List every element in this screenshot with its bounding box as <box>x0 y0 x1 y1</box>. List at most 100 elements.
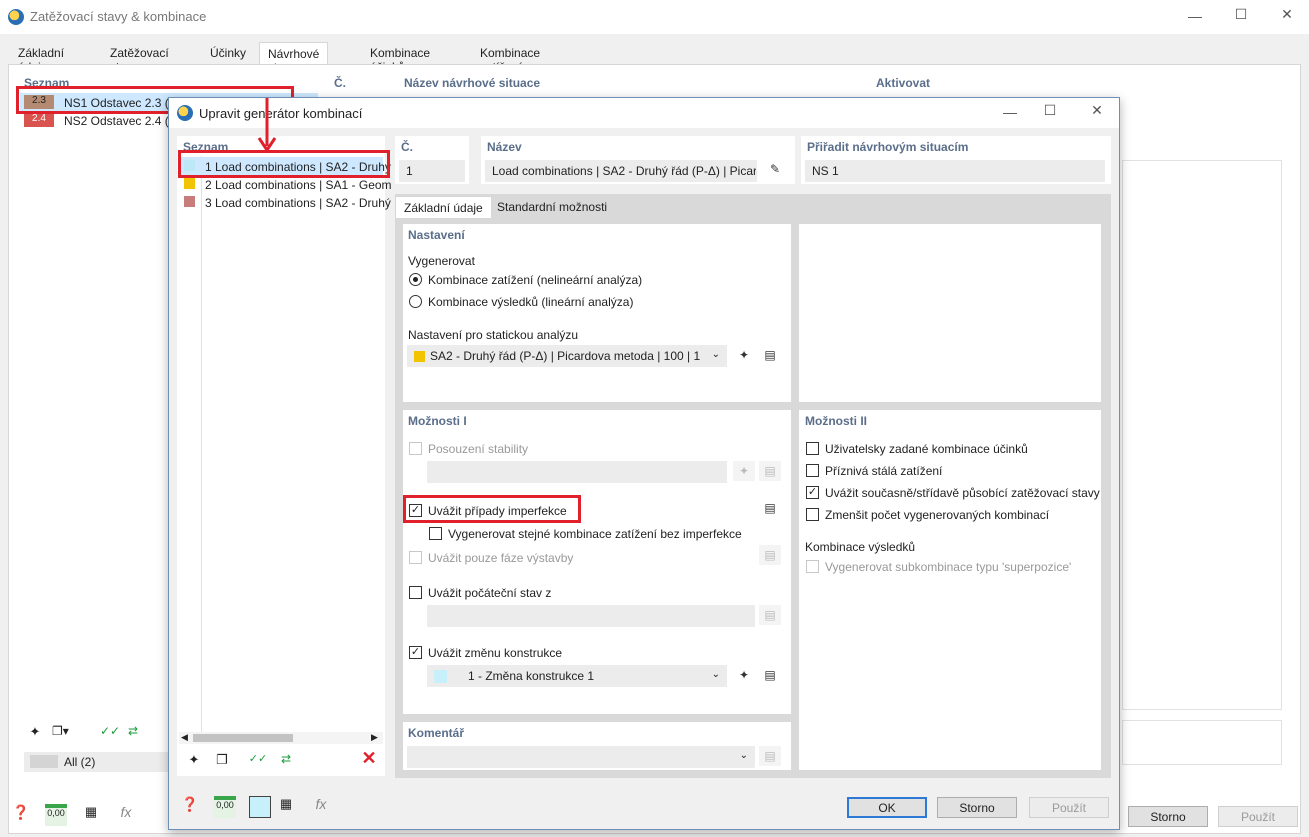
toggle-check-icon[interactable]: ⇄ <box>128 724 150 744</box>
radio-result-combinations-label[interactable]: Kombinace výsledků (lineární analýza) <box>428 295 633 309</box>
simultaneous-label[interactable]: Uvážit současně/střídavě působící zatěžo… <box>825 486 1100 500</box>
superposition-checkbox[interactable] <box>806 560 819 573</box>
dialog-cancel-button[interactable]: Storno <box>937 797 1017 818</box>
radio-load-combinations-label[interactable]: Kombinace zatížení (nelineární analýza) <box>428 273 642 287</box>
check-all-icon[interactable]: ✓✓ <box>100 724 122 744</box>
chevron-down-icon: ⌄ <box>711 349 720 360</box>
stability-new-icon[interactable]: ✦ <box>733 461 755 481</box>
dialog-formula-icon[interactable]: fx <box>309 796 333 818</box>
help-icon[interactable]: ❓ <box>10 804 32 826</box>
radio-result-combinations[interactable] <box>409 295 422 308</box>
modification-color-swatch <box>434 670 447 683</box>
tab-action-combinations[interactable]: Kombinace účinků <box>362 42 438 74</box>
dialog-list-item-3[interactable]: 3 Load combinations | SA2 - Druhý <box>179 193 391 211</box>
col-name-panel: Název návrhové situace <box>396 72 860 97</box>
units-icon[interactable]: 0,00 <box>45 804 67 826</box>
initial-state-checkbox[interactable] <box>409 586 422 599</box>
modification-new-icon[interactable]: ✦ <box>733 665 755 685</box>
reduce-label[interactable]: Zmenšit počet vygenerovaných kombinací <box>825 508 1049 522</box>
settings-section: Nastavení Vygenerovat Kombinace zatížení… <box>403 224 791 402</box>
scroll-right-icon[interactable]: ▶ <box>371 732 378 743</box>
delete-icon[interactable]: ✕ <box>357 748 381 772</box>
ok-button[interactable]: OK <box>847 797 927 818</box>
options-2-header: Možnosti II <box>805 414 867 428</box>
static-analysis-label: Nastavení pro statickou analýzu <box>408 328 579 342</box>
tab-dialog-basic[interactable]: Základní údaje <box>395 196 492 218</box>
dialog-title-bar: Upravit generátor kombinací — ☐ ✕ <box>169 98 1119 128</box>
favorable-label[interactable]: Příznivá stálá zatížení <box>825 464 942 478</box>
tab-actions[interactable]: Účinky <box>202 42 254 64</box>
filter-swatch <box>30 755 58 768</box>
edit-static-analysis-icon[interactable]: ▤ <box>759 345 781 365</box>
tab-load-combinations[interactable]: Kombinace zatížení <box>472 42 548 74</box>
edit-name-icon[interactable]: ✎ <box>763 159 787 181</box>
modification-checkbox[interactable]: ✓ <box>409 646 422 659</box>
same-without-imperfection-checkbox[interactable] <box>429 527 442 540</box>
stages-edit-icon[interactable]: ▤ <box>759 545 781 565</box>
minimize-icon[interactable]: — <box>1180 8 1210 24</box>
modification-label[interactable]: Uvážit změnu konstrukce <box>428 646 562 660</box>
imperfections-edit-icon[interactable]: ▤ <box>759 498 781 518</box>
dialog-app-icon <box>177 105 193 121</box>
main-cancel-button[interactable]: Storno <box>1128 806 1208 827</box>
model-icon[interactable]: ▦ <box>80 804 102 826</box>
formula-icon[interactable]: fx <box>114 804 138 826</box>
close-icon[interactable]: ✕ <box>1272 6 1302 23</box>
dialog-copy-icon[interactable]: ❐ <box>211 752 233 772</box>
dialog-check-all-icon[interactable]: ✓✓ <box>247 752 269 772</box>
tab-basic-data[interactable]: Základní údaje <box>10 42 72 74</box>
item-color-swatch <box>184 178 195 189</box>
dialog-model-icon[interactable]: ▦ <box>275 796 297 818</box>
scrollbar-thumb[interactable] <box>193 734 293 742</box>
modification-edit-icon[interactable]: ▤ <box>759 665 781 685</box>
dialog-help-icon[interactable]: ❓ <box>179 796 201 818</box>
dialog-new-icon[interactable]: ✦ <box>183 752 205 772</box>
tab-load-cases[interactable]: Zatěžovací stavy <box>102 42 177 74</box>
copy-dropdown-icon[interactable]: ❐▾ <box>52 724 88 744</box>
name-field[interactable]: Load combinations | SA2 - Druhý řád (P-Δ… <box>485 160 757 182</box>
stability-checkbox[interactable] <box>409 442 422 455</box>
reduce-checkbox[interactable] <box>806 508 819 521</box>
dialog-maximize-icon[interactable]: ☐ <box>1035 102 1065 119</box>
initial-state-label[interactable]: Uvážit počáteční stav z <box>428 586 551 600</box>
no-panel: Č. 1 <box>395 136 469 184</box>
maximize-icon[interactable]: ☐ <box>1226 6 1256 23</box>
comment-field[interactable]: ⌄ <box>407 746 755 768</box>
dialog-units-icon[interactable]: 0,00 <box>214 796 236 818</box>
color-picker-icon[interactable] <box>249 796 271 818</box>
tab-dialog-standard[interactable]: Standardní možnosti <box>489 196 615 218</box>
horizontal-scrollbar[interactable]: ◀ ▶ <box>179 732 383 744</box>
filter-dropdown[interactable]: All (2) <box>24 752 174 772</box>
assign-field[interactable]: NS 1 <box>805 160 1105 182</box>
tab-design-situations[interactable]: Návrhové situace <box>259 42 329 75</box>
dialog-apply-button[interactable]: Použít <box>1029 797 1109 818</box>
list-item-label: 2 Load combinations | SA1 - Geom <box>205 178 392 192</box>
comment-edit-icon[interactable]: ▤ <box>759 746 781 766</box>
favorable-checkbox[interactable] <box>806 464 819 477</box>
item-color-swatch <box>184 196 195 207</box>
main-apply-button[interactable]: Použít <box>1218 806 1298 827</box>
user-defined-label[interactable]: Uživatelsky zadané kombinace účinků <box>825 442 1028 456</box>
stages-checkbox[interactable] <box>409 551 422 564</box>
static-analysis-select[interactable]: SA2 - Druhý řád (P-Δ) | Picardova metoda… <box>407 345 727 367</box>
simultaneous-checkbox[interactable]: ✓ <box>806 486 819 499</box>
highlight-dialog-item-1 <box>178 150 390 178</box>
dialog-toggle-icon[interactable]: ⇄ <box>275 752 297 772</box>
main-window-title: Zatěžovací stavy & kombinace <box>30 9 207 24</box>
settings-header: Nastavení <box>408 228 465 242</box>
radio-load-combinations[interactable] <box>409 273 422 286</box>
main-right-panel <box>1122 160 1282 710</box>
chevron-down-icon: ⌄ <box>739 750 748 761</box>
modification-select[interactable]: 1 - Změna konstrukce 1 ⌄ <box>427 665 727 687</box>
user-defined-checkbox[interactable] <box>806 442 819 455</box>
new-static-analysis-icon[interactable]: ✦ <box>733 345 755 365</box>
stability-edit-icon[interactable]: ▤ <box>759 461 781 481</box>
same-without-imperfection-label[interactable]: Vygenerovat stejné kombinace zatížení be… <box>448 527 742 541</box>
dialog-minimize-icon[interactable]: — <box>995 104 1025 120</box>
no-field[interactable]: 1 <box>399 160 465 182</box>
new-item-icon[interactable]: ✦ <box>24 724 46 744</box>
initial-state-edit-icon[interactable]: ▤ <box>759 605 781 625</box>
name-label: Název <box>487 140 522 154</box>
scroll-left-icon[interactable]: ◀ <box>181 732 188 743</box>
dialog-close-icon[interactable]: ✕ <box>1082 102 1112 119</box>
